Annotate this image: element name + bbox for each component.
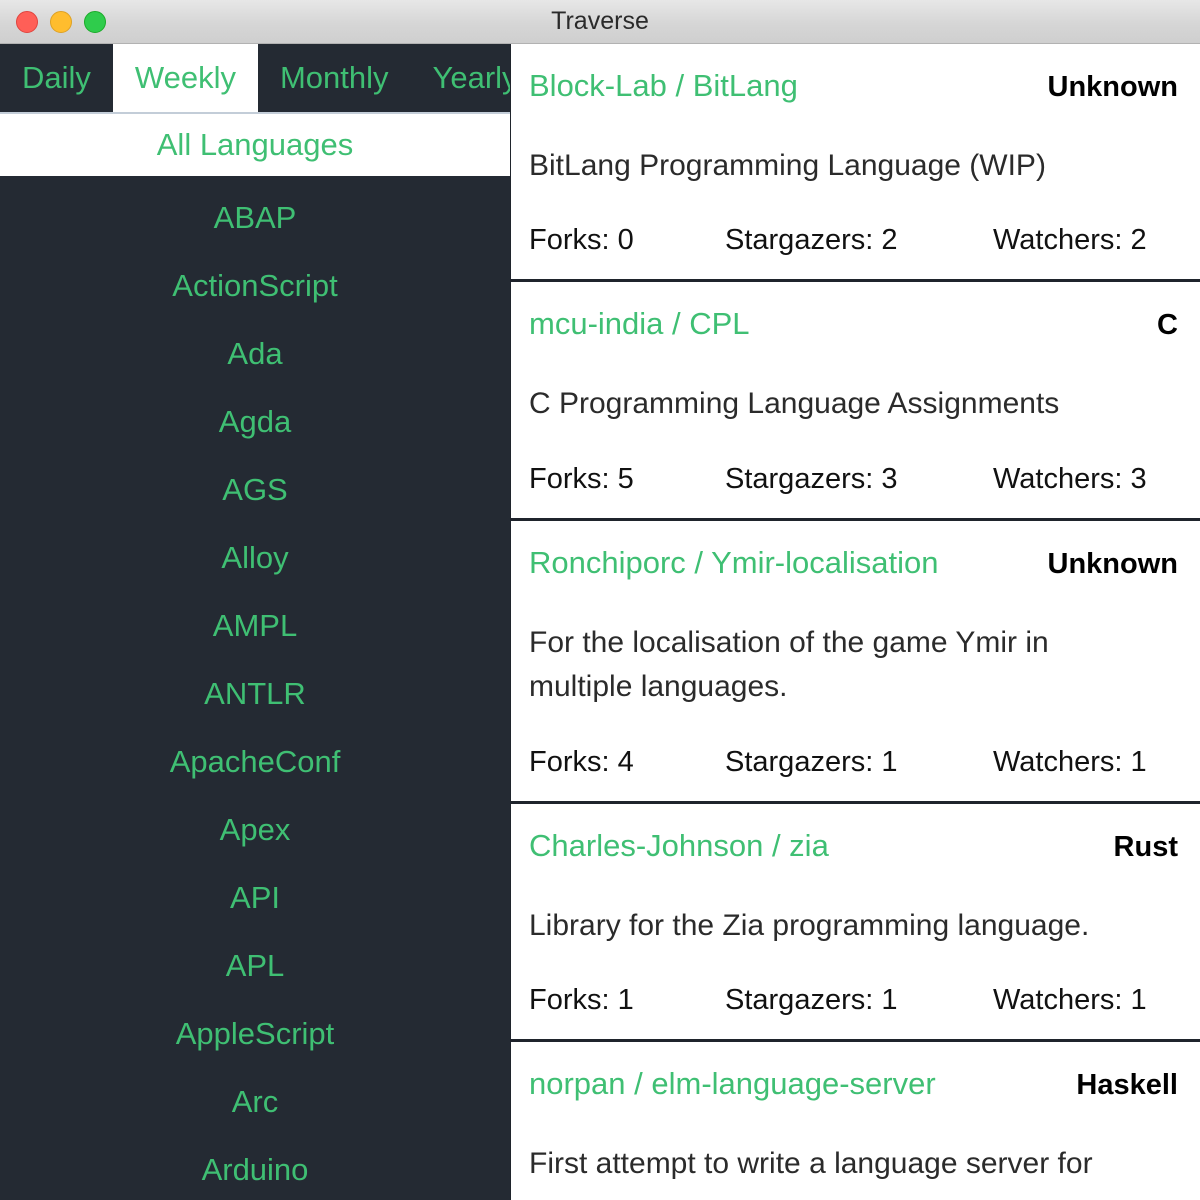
minimize-window-icon[interactable] xyxy=(50,10,72,33)
repository-header: Block-Lab / BitLang Unknown xyxy=(529,68,1178,104)
repository-header: Charles-Johnson / zia Rust xyxy=(529,828,1178,864)
watchers-count: Watchers: 2 xyxy=(993,224,1147,257)
repository-header: mcu-india / CPL C xyxy=(529,306,1178,342)
language-item-ampl[interactable]: AMPL xyxy=(0,592,510,660)
repository-language: Unknown xyxy=(1047,71,1179,103)
tab-yearly[interactable]: Yearly xyxy=(410,44,510,112)
watchers-count: Watchers: 1 xyxy=(993,745,1147,778)
repository-description: For the localisation of the game Ymir in… xyxy=(529,625,1049,704)
repository-stats: Forks: 4 Stargazers: 1 Watchers: 1 xyxy=(529,746,1178,779)
language-item-ada[interactable]: Ada xyxy=(0,320,510,388)
table-row[interactable]: Ronchiporc / Ymir-localisation Unknown F… xyxy=(511,521,1200,804)
repository-description: First attempt to write a language server… xyxy=(529,1146,1093,1180)
repository-list[interactable]: Block-Lab / BitLang Unknown BitLang Prog… xyxy=(510,44,1200,1200)
repository-name-link[interactable]: Block-Lab / BitLang xyxy=(529,68,798,104)
period-tabbar: Daily Weekly Monthly Yearly xyxy=(0,44,510,112)
forks-count: Forks: 5 xyxy=(529,462,634,495)
window-controls xyxy=(16,10,106,33)
maximize-window-icon[interactable] xyxy=(84,10,106,33)
repository-language: Unknown xyxy=(1047,547,1179,580)
repository-language: Rust xyxy=(1113,830,1178,863)
sidebar: Daily Weekly Monthly Yearly All Language… xyxy=(0,44,510,1200)
language-item-alloy[interactable]: Alloy xyxy=(0,524,510,592)
repository-name-link[interactable]: Ronchiporc / Ymir-localisation xyxy=(529,545,938,581)
repository-name-link[interactable]: mcu-india / CPL xyxy=(529,306,750,342)
stargazers-count: Stargazers: 1 xyxy=(725,983,898,1016)
window-title: Traverse xyxy=(551,7,649,35)
watchers-count: Watchers: 1 xyxy=(993,983,1147,1016)
table-row[interactable]: Block-Lab / BitLang Unknown BitLang Prog… xyxy=(511,44,1200,283)
forks-count: Forks: 4 xyxy=(529,745,634,778)
repository-language: C xyxy=(1157,309,1178,342)
forks-count: Forks: 1 xyxy=(529,983,634,1016)
repository-stats: Forks: 5 Stargazers: 3 Watchers: 3 xyxy=(529,463,1178,496)
language-item-applescript[interactable]: AppleScript xyxy=(0,1000,510,1068)
repository-language: Haskell xyxy=(1076,1068,1178,1101)
table-row[interactable]: norpan / elm-language-server Haskell Fir… xyxy=(511,1042,1200,1200)
language-item-actionscript[interactable]: ActionScript xyxy=(0,252,510,320)
repository-description: C Programming Language Assignments xyxy=(529,387,1060,421)
forks-count: Forks: 0 xyxy=(529,224,634,257)
language-item-ags[interactable]: AGS xyxy=(0,456,510,524)
language-list[interactable]: ABAP ActionScript Ada Agda AGS Alloy AMP… xyxy=(0,176,510,1200)
window-body: Daily Weekly Monthly Yearly All Language… xyxy=(0,44,1200,1200)
language-item-antlr[interactable]: ANTLR xyxy=(0,660,510,728)
table-row[interactable]: Charles-Johnson / zia Rust Library for t… xyxy=(511,804,1200,1042)
repository-stats: Forks: 1 Stargazers: 1 Watchers: 1 xyxy=(529,984,1178,1017)
title-bar: Traverse xyxy=(0,0,1200,44)
stargazers-count: Stargazers: 1 xyxy=(725,745,898,778)
app-window: Traverse Daily Weekly Monthly Yearly All… xyxy=(0,0,1200,1200)
repository-description: BitLang Programming Language (WIP) xyxy=(529,149,1046,182)
language-item-arduino[interactable]: Arduino xyxy=(0,1136,510,1200)
repository-header: Ronchiporc / Ymir-localisation Unknown xyxy=(529,545,1178,581)
tab-monthly[interactable]: Monthly xyxy=(257,44,411,112)
tab-weekly[interactable]: Weekly xyxy=(112,44,258,112)
table-row[interactable]: mcu-india / CPL C C Programming Language… xyxy=(511,282,1200,521)
stargazers-count: Stargazers: 2 xyxy=(725,224,898,257)
tab-daily[interactable]: Daily xyxy=(0,44,113,112)
repository-header: norpan / elm-language-server Haskell xyxy=(529,1066,1178,1102)
language-item-apl[interactable]: APL xyxy=(0,932,510,1000)
language-item-arc[interactable]: Arc xyxy=(0,1068,510,1136)
repository-description: Library for the Zia programming language… xyxy=(529,908,1090,942)
repository-name-link[interactable]: Charles-Johnson / zia xyxy=(529,828,829,864)
stargazers-count: Stargazers: 3 xyxy=(725,462,898,495)
language-item-apacheconf[interactable]: ApacheConf xyxy=(0,728,510,796)
close-window-icon[interactable] xyxy=(16,10,38,33)
repository-stats: Forks: 0 Stargazers: 2 Watchers: 2 xyxy=(529,224,1178,257)
language-item-agda[interactable]: Agda xyxy=(0,388,510,456)
watchers-count: Watchers: 3 xyxy=(993,462,1147,495)
language-item-all-languages[interactable]: All Languages xyxy=(0,112,510,176)
repository-name-link[interactable]: norpan / elm-language-server xyxy=(529,1066,936,1102)
language-item-apex[interactable]: Apex xyxy=(0,796,510,864)
language-item-api[interactable]: API xyxy=(0,864,510,932)
language-item-abap[interactable]: ABAP xyxy=(0,184,510,252)
